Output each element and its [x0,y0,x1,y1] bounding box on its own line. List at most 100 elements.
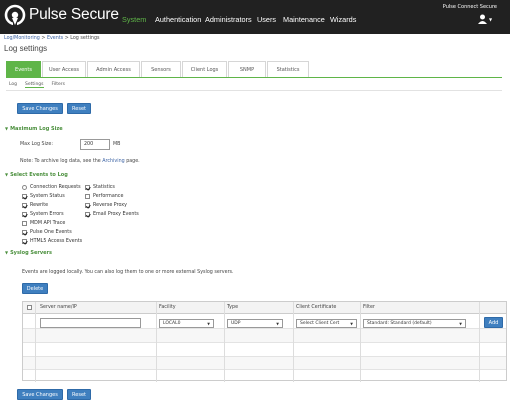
checkbox-icon [22,239,27,244]
server-name-input[interactable] [40,318,141,328]
tab-sensors[interactable]: Sensors [141,61,181,78]
section-syslog-servers[interactable]: ▼ Syslog Servers [5,250,52,256]
nav-administrators[interactable]: Administrators [205,15,252,24]
checkbox-icon [22,221,27,226]
filter-selected-value: Standard: Standard (default) [367,321,432,326]
nav-system[interactable]: System [122,15,146,24]
checkbox-icon [85,203,90,208]
checkbox-icon [22,194,27,199]
checkbox-statistics[interactable]: Statistics [85,185,115,190]
checkbox-label: HTML5 Access Events [30,239,83,244]
section-max-log-size[interactable]: ▼ Maximum Log Size [5,126,63,132]
table-row [23,356,506,369]
facility-select[interactable]: LOCAL0 ▼ [159,319,214,328]
checkbox-label: Email Proxy Events [93,212,139,217]
chevron-down-icon: ▼ [276,321,279,326]
page-title: Log settings [4,44,48,53]
archive-note: Note: To archive log data, see the Archi… [20,159,140,164]
collapse-triangle-icon: ▼ [5,126,9,131]
chevron-down-icon: ▼ [350,321,353,326]
collapse-triangle-icon: ▼ [5,250,9,255]
checkbox-rewrite[interactable]: Rewrite [22,203,48,208]
column-header-server: Server name/IP [40,305,77,310]
chevron-down-icon: ▼ [459,321,462,326]
tab-snmp[interactable]: SNMP [228,61,266,78]
tab-events[interactable]: Events [6,61,41,78]
breadcrumb-log-monitoring[interactable]: Log/Monitoring [4,36,40,41]
chevron-down-icon: ▼ [207,321,210,326]
collapse-triangle-icon: ▼ [5,172,9,177]
save-changes-button[interactable]: Save Changes [17,103,63,114]
nav-maintenance[interactable]: Maintenance [283,15,325,24]
nav-wizards[interactable]: Wizards [330,15,356,24]
type-select[interactable]: UDP ▼ [227,319,283,328]
column-divider [293,302,294,382]
checkbox-label: Performance [93,194,124,199]
row-divider [23,369,506,370]
checkbox-icon [85,194,90,199]
reset-button-bottom[interactable]: Reset [67,389,91,400]
reset-button[interactable]: Reset [67,103,91,114]
breadcrumb-separator: > [64,36,69,41]
filter-select[interactable]: Standard: Standard (default) ▼ [363,319,466,328]
checkbox-mdm-api-trace[interactable]: MDM API Trace [22,221,65,226]
row-divider [23,356,506,357]
checkbox-connection-requests[interactable]: Connection Requests [22,185,81,190]
checkbox-icon [27,305,32,310]
checkbox-label: Statistics [93,185,115,190]
nav-authentication[interactable]: Authentication [155,15,201,24]
breadcrumb-events[interactable]: Events [47,36,63,41]
checkbox-email-proxy-events[interactable]: Email Proxy Events [85,212,139,217]
type-selected-value: UDP [231,321,241,326]
column-divider [156,302,157,382]
section-title: Select Events to Log [10,172,68,178]
checkbox-label: Rewrite [30,203,49,208]
delete-button[interactable]: Delete [22,283,48,294]
checkbox-pulse-one-events[interactable]: Pulse One Events [22,230,72,235]
column-header-type: Type [227,305,239,310]
breadcrumb-separator: > [41,36,46,41]
main-tabs: Events User Access Admin Access Sensors … [6,61,310,78]
checkbox-icon [22,212,27,217]
product-name: Pulse Connect Secure [442,4,497,10]
facility-selected-value: LOCAL0 [163,321,181,326]
column-divider [479,302,480,382]
checkbox-label: MDM API Trace [30,221,66,226]
nav-users[interactable]: Users [257,15,276,24]
checkbox-reverse-proxy[interactable]: Reverse Proxy [85,203,127,208]
tab-client-logs[interactable]: Client Logs [182,61,227,78]
tab-admin-access[interactable]: Admin Access [87,61,140,78]
row-divider [23,328,506,329]
select-all-checkbox[interactable] [27,305,33,311]
pulse-secure-logo-icon [4,4,26,26]
column-divider [224,302,225,382]
archive-note-text: Note: To archive log data, see the [20,159,101,164]
checkbox-icon [22,185,27,190]
tab-statistics[interactable]: Statistics [267,61,309,78]
add-button[interactable]: Add [484,317,503,328]
checkbox-system-status[interactable]: System Status [22,194,65,199]
user-icon[interactable] [478,14,487,24]
tab-user-access[interactable]: User Access [42,61,86,78]
subtab-filters[interactable]: Filters [52,82,66,88]
section-select-events[interactable]: ▼ Select Events to Log [5,172,68,178]
client-certificate-select[interactable]: Select Client Cert ▼ [296,319,357,328]
checkbox-html5-access-events[interactable]: HTML5 Access Events [22,239,82,244]
subtab-settings[interactable]: Settings [25,82,44,88]
archiving-link[interactable]: Archiving [102,159,124,164]
subtab-log[interactable]: Log [9,82,17,88]
save-changes-button-bottom[interactable]: Save Changes [17,389,63,400]
breadcrumb: Log/Monitoring > Events > Log settings [4,36,100,41]
tab-divider [6,77,502,78]
checkbox-label: Pulse One Events [30,230,72,235]
checkbox-performance[interactable]: Performance [85,194,123,199]
checkbox-system-errors[interactable]: System Errors [22,212,64,217]
checkbox-icon [85,212,90,217]
user-menu-caret[interactable]: ▼ [489,17,492,22]
checkbox-icon [22,230,27,235]
max-log-size-input[interactable]: 200 [80,139,110,150]
brand-name: Pulse Secure [29,6,119,23]
section-title: Maximum Log Size [10,126,63,132]
max-log-size-unit: MB [113,142,121,147]
sub-tabs: Log Settings Filters [9,82,73,88]
